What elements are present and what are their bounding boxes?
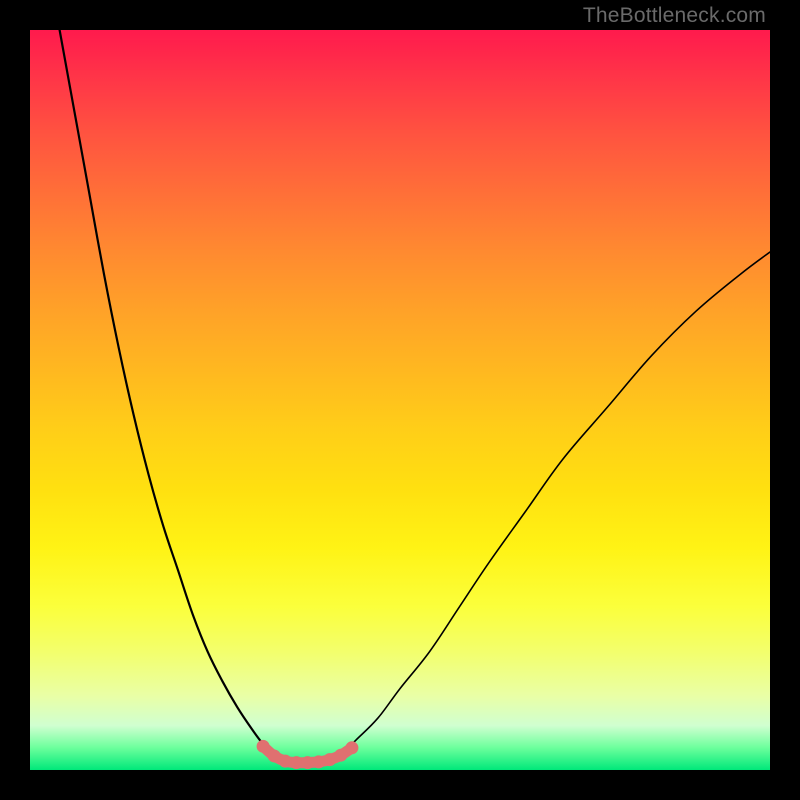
- valley-dot: [257, 740, 270, 753]
- left-curve: [60, 30, 275, 755]
- valley-dot: [323, 753, 336, 766]
- valley-dot: [301, 756, 314, 769]
- valley-marker-dots: [257, 740, 359, 769]
- right-curve: [341, 252, 770, 755]
- valley-dot: [345, 741, 358, 754]
- plot-area: [30, 30, 770, 770]
- valley-dot: [268, 749, 281, 762]
- valley-dot: [279, 755, 292, 768]
- curve-layer: [30, 30, 770, 770]
- valley-dot: [290, 756, 303, 769]
- valley-dot: [334, 749, 347, 762]
- chart-frame: TheBottleneck.com: [0, 0, 800, 800]
- valley-dot: [312, 755, 325, 768]
- watermark-text: TheBottleneck.com: [583, 4, 766, 28]
